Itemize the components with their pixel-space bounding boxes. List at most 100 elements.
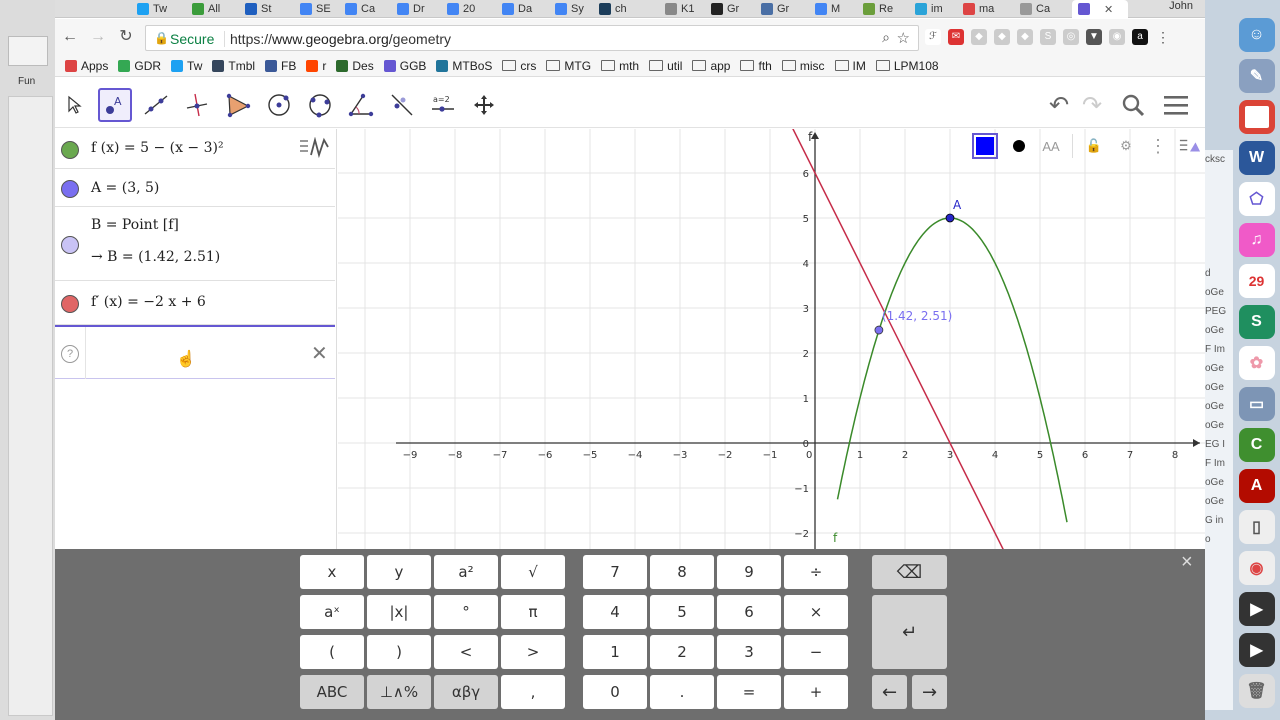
key[interactable]: |x| [367,595,431,629]
point-B[interactable] [874,325,884,335]
key[interactable]: ° [434,595,498,629]
browser-tab[interactable]: K1 [665,0,713,18]
browser-tab[interactable]: ma [963,0,1011,18]
profile-name[interactable]: John [1169,0,1193,12]
key[interactable]: = [717,675,781,709]
point-style-icon[interactable] [1008,135,1030,157]
key[interactable]: ( [300,635,364,669]
angle-tool-icon[interactable] [344,88,378,122]
desktop-file-name[interactable]: PEG [1205,302,1233,321]
document-icon[interactable]: ◉ [1238,551,1275,585]
bookmark-star-icon[interactable]: ☆ [897,29,910,47]
reflect-tool-icon[interactable] [385,88,419,122]
key[interactable]: 1 [583,635,647,669]
undo-icon[interactable]: ↶ [1042,88,1076,122]
bookmark-lpm108[interactable]: LPM108 [875,59,939,73]
desktop-file-name[interactable]: oGe [1205,378,1233,397]
point-tool-icon[interactable]: A [98,88,132,122]
color-swatch[interactable] [972,133,998,159]
browser-tab[interactable]: M [815,0,863,18]
desktop-file-name[interactable]: oGe [1205,397,1233,416]
key[interactable]: + [784,675,848,709]
browser-tab[interactable]: Tw [137,0,185,18]
bookmark-app[interactable]: app [692,59,730,73]
key[interactable]: 2 [650,635,714,669]
desktop-file-name[interactable]: G in [1205,511,1233,530]
bookmark-util[interactable]: util [649,59,682,73]
itunes-icon[interactable]: ♫ [1238,223,1275,257]
desktop-file-name[interactable]: oGe [1205,283,1233,302]
browser-tab[interactable]: Gr [761,0,809,18]
desktop-file-name[interactable]: oGe [1205,321,1233,340]
desktop-file-name[interactable]: oGe [1205,473,1233,492]
bookmark-fth[interactable]: fth [740,59,772,73]
extension-icon[interactable]: ◆ [994,29,1010,45]
visibility-toggle[interactable] [61,180,79,198]
extension-icon[interactable]: ◆ [971,29,987,45]
browser-tab[interactable]: ✕ [1072,0,1128,18]
more-options-icon[interactable]: ⋮ [1147,135,1169,157]
key[interactable]: y [367,555,431,589]
extension-icon[interactable]: S [1040,29,1056,45]
video-icon[interactable]: ▶ [1238,592,1275,626]
browser-tab[interactable]: Re [863,0,911,18]
key[interactable]: − [784,635,848,669]
forward-icon[interactable]: → [86,25,110,49]
line-tool-icon[interactable] [139,88,173,122]
amazon-icon[interactable]: a [1132,29,1148,45]
key[interactable]: x [300,555,364,589]
key[interactable]: √ [501,555,565,589]
point-A[interactable] [945,213,955,223]
desktop-file-name[interactable] [1205,207,1233,226]
redo-icon[interactable]: ↷ [1075,88,1109,122]
extension-icon[interactable]: ◎ [1063,29,1079,45]
photos-icon[interactable]: ✿ [1238,346,1275,380]
circle-three-points-tool-icon[interactable] [303,88,337,122]
key[interactable]: . [650,675,714,709]
key[interactable]: 9 [717,555,781,589]
extension-icon[interactable]: ℱ [925,29,941,45]
key[interactable]: 0 [583,675,647,709]
desktop-file-name[interactable]: o [1205,530,1233,549]
perpendicular-tool-icon[interactable] [180,88,214,122]
algebra-input-row[interactable]: ? ☝ ✕ [55,325,335,379]
settings-icon[interactable]: ⚙ [1115,135,1137,157]
help-icon[interactable]: ? [61,345,79,363]
algebra-row-B[interactable]: B = Point [f] → B = (1.42, 2.51) [55,207,335,281]
key[interactable]: 6 [717,595,781,629]
video-icon-2[interactable]: ▶ [1238,633,1275,667]
desktop-file-name[interactable]: d [1205,264,1233,283]
snagit-icon[interactable]: S [1238,305,1275,339]
browser-tab[interactable]: SE [300,0,348,18]
bookmark-r[interactable]: r [306,59,326,73]
menu-icon[interactable] [1159,88,1193,122]
bookmark-des[interactable]: Des [336,59,374,73]
desktop-file-name[interactable]: oGe [1205,492,1233,511]
trash-icon[interactable]: 🗑 [1238,674,1275,708]
extension-icon[interactable]: ◉ [1109,29,1125,45]
key[interactable]: a² [434,555,498,589]
key[interactable]: × [784,595,848,629]
camtasia-icon[interactable]: C [1238,428,1275,462]
desktop-file-name[interactable] [1205,169,1233,188]
extension-icon[interactable]: ◆ [1017,29,1033,45]
bookmark-tmbl[interactable]: Tmbl [212,59,255,73]
bookmark-crs[interactable]: crs [502,59,536,73]
reload-icon[interactable]: ↻ [114,25,138,49]
graphics-view[interactable]: f−9−8−7−6−5−4−3−2−101234567896543210−1−2… [338,129,1205,549]
archive-icon[interactable]: ▯ [1238,510,1275,544]
close-keyboard-icon[interactable]: × [1181,551,1193,574]
key[interactable]: aˣ [300,595,364,629]
geogebra-icon[interactable]: ⬠ [1238,182,1275,216]
calendar-icon[interactable]: 29 [1238,264,1275,298]
slider-tool-icon[interactable]: a=2 [426,88,460,122]
search-icon[interactable] [1116,88,1150,122]
parabola-curve[interactable] [836,217,1068,523]
key[interactable]: 5 [650,595,714,629]
left-arrow-key[interactable]: ← [872,675,907,709]
extension-icon[interactable]: ▼ [1086,29,1102,45]
desktop-file-name[interactable]: EG I [1205,435,1233,454]
desktop-file-name[interactable]: oGe [1205,359,1233,378]
close-tab-icon[interactable]: ✕ [1104,3,1113,16]
bookmark-gdr[interactable]: GDR [118,59,161,73]
